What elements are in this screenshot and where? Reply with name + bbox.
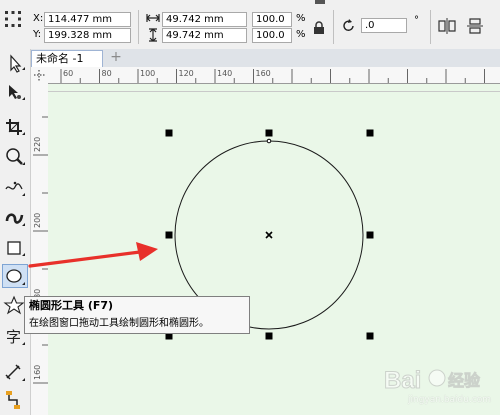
watermark-url: jingyan.baidu.com [408, 395, 492, 405]
tooltip-title: 椭圆形工具 (F7) [29, 299, 114, 312]
artistic-media-icon [5, 213, 25, 226]
rotate-icon [343, 19, 354, 31]
shape-tool-icon [9, 85, 25, 100]
mirror-vertical-icon[interactable] [465, 17, 485, 35]
rectangle-tool[interactable] [3, 237, 27, 259]
tab-label: 未命名 -1 [36, 52, 84, 65]
ruler-origin-icon [34, 70, 45, 81]
zoom-tool[interactable] [3, 146, 27, 168]
connector-tool[interactable] [3, 389, 27, 411]
ruler-label: 160 [33, 365, 42, 380]
pick-tool-icon [10, 54, 25, 73]
ruler-label: 120 [179, 69, 194, 78]
ruler-label: 220 [33, 137, 42, 152]
freehand-tool[interactable] [3, 177, 27, 199]
mirror-icon[interactable] [315, 0, 325, 6]
separator [430, 10, 431, 44]
ruler-label: 100 [140, 69, 155, 78]
width-icon [146, 14, 160, 22]
horizontal-ruler[interactable]: 60 80 100 120 140 160 [48, 67, 500, 84]
ruler-label: 200 [33, 213, 42, 228]
object-origin-icon[interactable] [4, 10, 22, 28]
toolbox: 字 [0, 49, 31, 415]
ellipse-tool[interactable] [2, 264, 28, 288]
ruler-label: 140 [217, 69, 232, 78]
y-position-field[interactable]: 199.328 mm [44, 28, 131, 43]
crop-tool-icon [6, 119, 25, 135]
x-label: X: [33, 13, 44, 24]
ruler-ticks: 220200180160 [33, 116, 48, 384]
tool-tooltip: 椭圆形工具 (F7) 在绘图窗口拖动工具绘制圆形和椭圆形。 [24, 296, 250, 334]
ruler-label: 60 [63, 69, 73, 78]
add-tab-button[interactable]: + [107, 50, 125, 66]
tooltip-description: 在绘图窗口拖动工具绘制圆形和椭圆形。 [29, 318, 209, 329]
x-position-field[interactable]: 114.477 mm [44, 12, 131, 27]
degree-label: ° [414, 15, 419, 26]
width-field[interactable]: 49.742 mm [162, 12, 247, 27]
artistic-media-tool[interactable] [3, 207, 27, 229]
document-tab-bar: 未命名 -1 + [31, 49, 500, 68]
dimension-tool-icon [5, 364, 25, 381]
baidu-logo: Bai 经验 [384, 367, 481, 395]
y-label: Y: [33, 29, 42, 40]
baidu-watermark: Bai 经验 jingyan.baidu.com [384, 364, 498, 410]
height-field[interactable]: 49.742 mm [162, 28, 247, 43]
rotation-angle-field[interactable]: .0 [361, 18, 407, 33]
pick-tool[interactable] [3, 53, 27, 75]
svg-text:经验: 经验 [448, 371, 481, 390]
vertical-ruler[interactable]: 220200180160 [31, 83, 49, 415]
connector-tool-icon [6, 391, 20, 409]
property-bar: X: 114.477 mm Y: 199.328 mm 49.742 mm 49… [0, 0, 500, 50]
ruler-label: 80 [102, 69, 112, 78]
svg-text:字: 字 [6, 328, 21, 346]
zoom-tool-icon [6, 148, 25, 165]
crop-tool[interactable] [3, 116, 27, 138]
percent-label: % [296, 29, 306, 40]
shape-tool[interactable] [3, 81, 27, 103]
height-icon [149, 28, 157, 42]
rectangle-tool-icon [7, 241, 25, 256]
separator [333, 10, 334, 44]
percent-label: % [296, 13, 306, 24]
dimension-tool[interactable] [3, 362, 27, 384]
plus-icon: + [110, 49, 122, 65]
page-border [48, 91, 500, 92]
tab-document[interactable]: 未命名 -1 [31, 50, 103, 67]
svg-text:Bai: Bai [384, 367, 421, 394]
separator [138, 10, 139, 44]
ruler-origin[interactable] [31, 67, 49, 84]
ruler-label: 160 [256, 69, 271, 78]
ruler-ticks: 60 80 100 120 140 160 [60, 69, 485, 83]
scale-width-field[interactable]: 100.0 [252, 12, 292, 27]
lock-ratio-icon[interactable] [313, 21, 325, 35]
mirror-horizontal-icon[interactable] [437, 17, 457, 35]
scale-height-field[interactable]: 100.0 [252, 28, 292, 43]
freehand-tool-icon [5, 181, 25, 196]
ellipse-tool-icon [6, 269, 25, 285]
